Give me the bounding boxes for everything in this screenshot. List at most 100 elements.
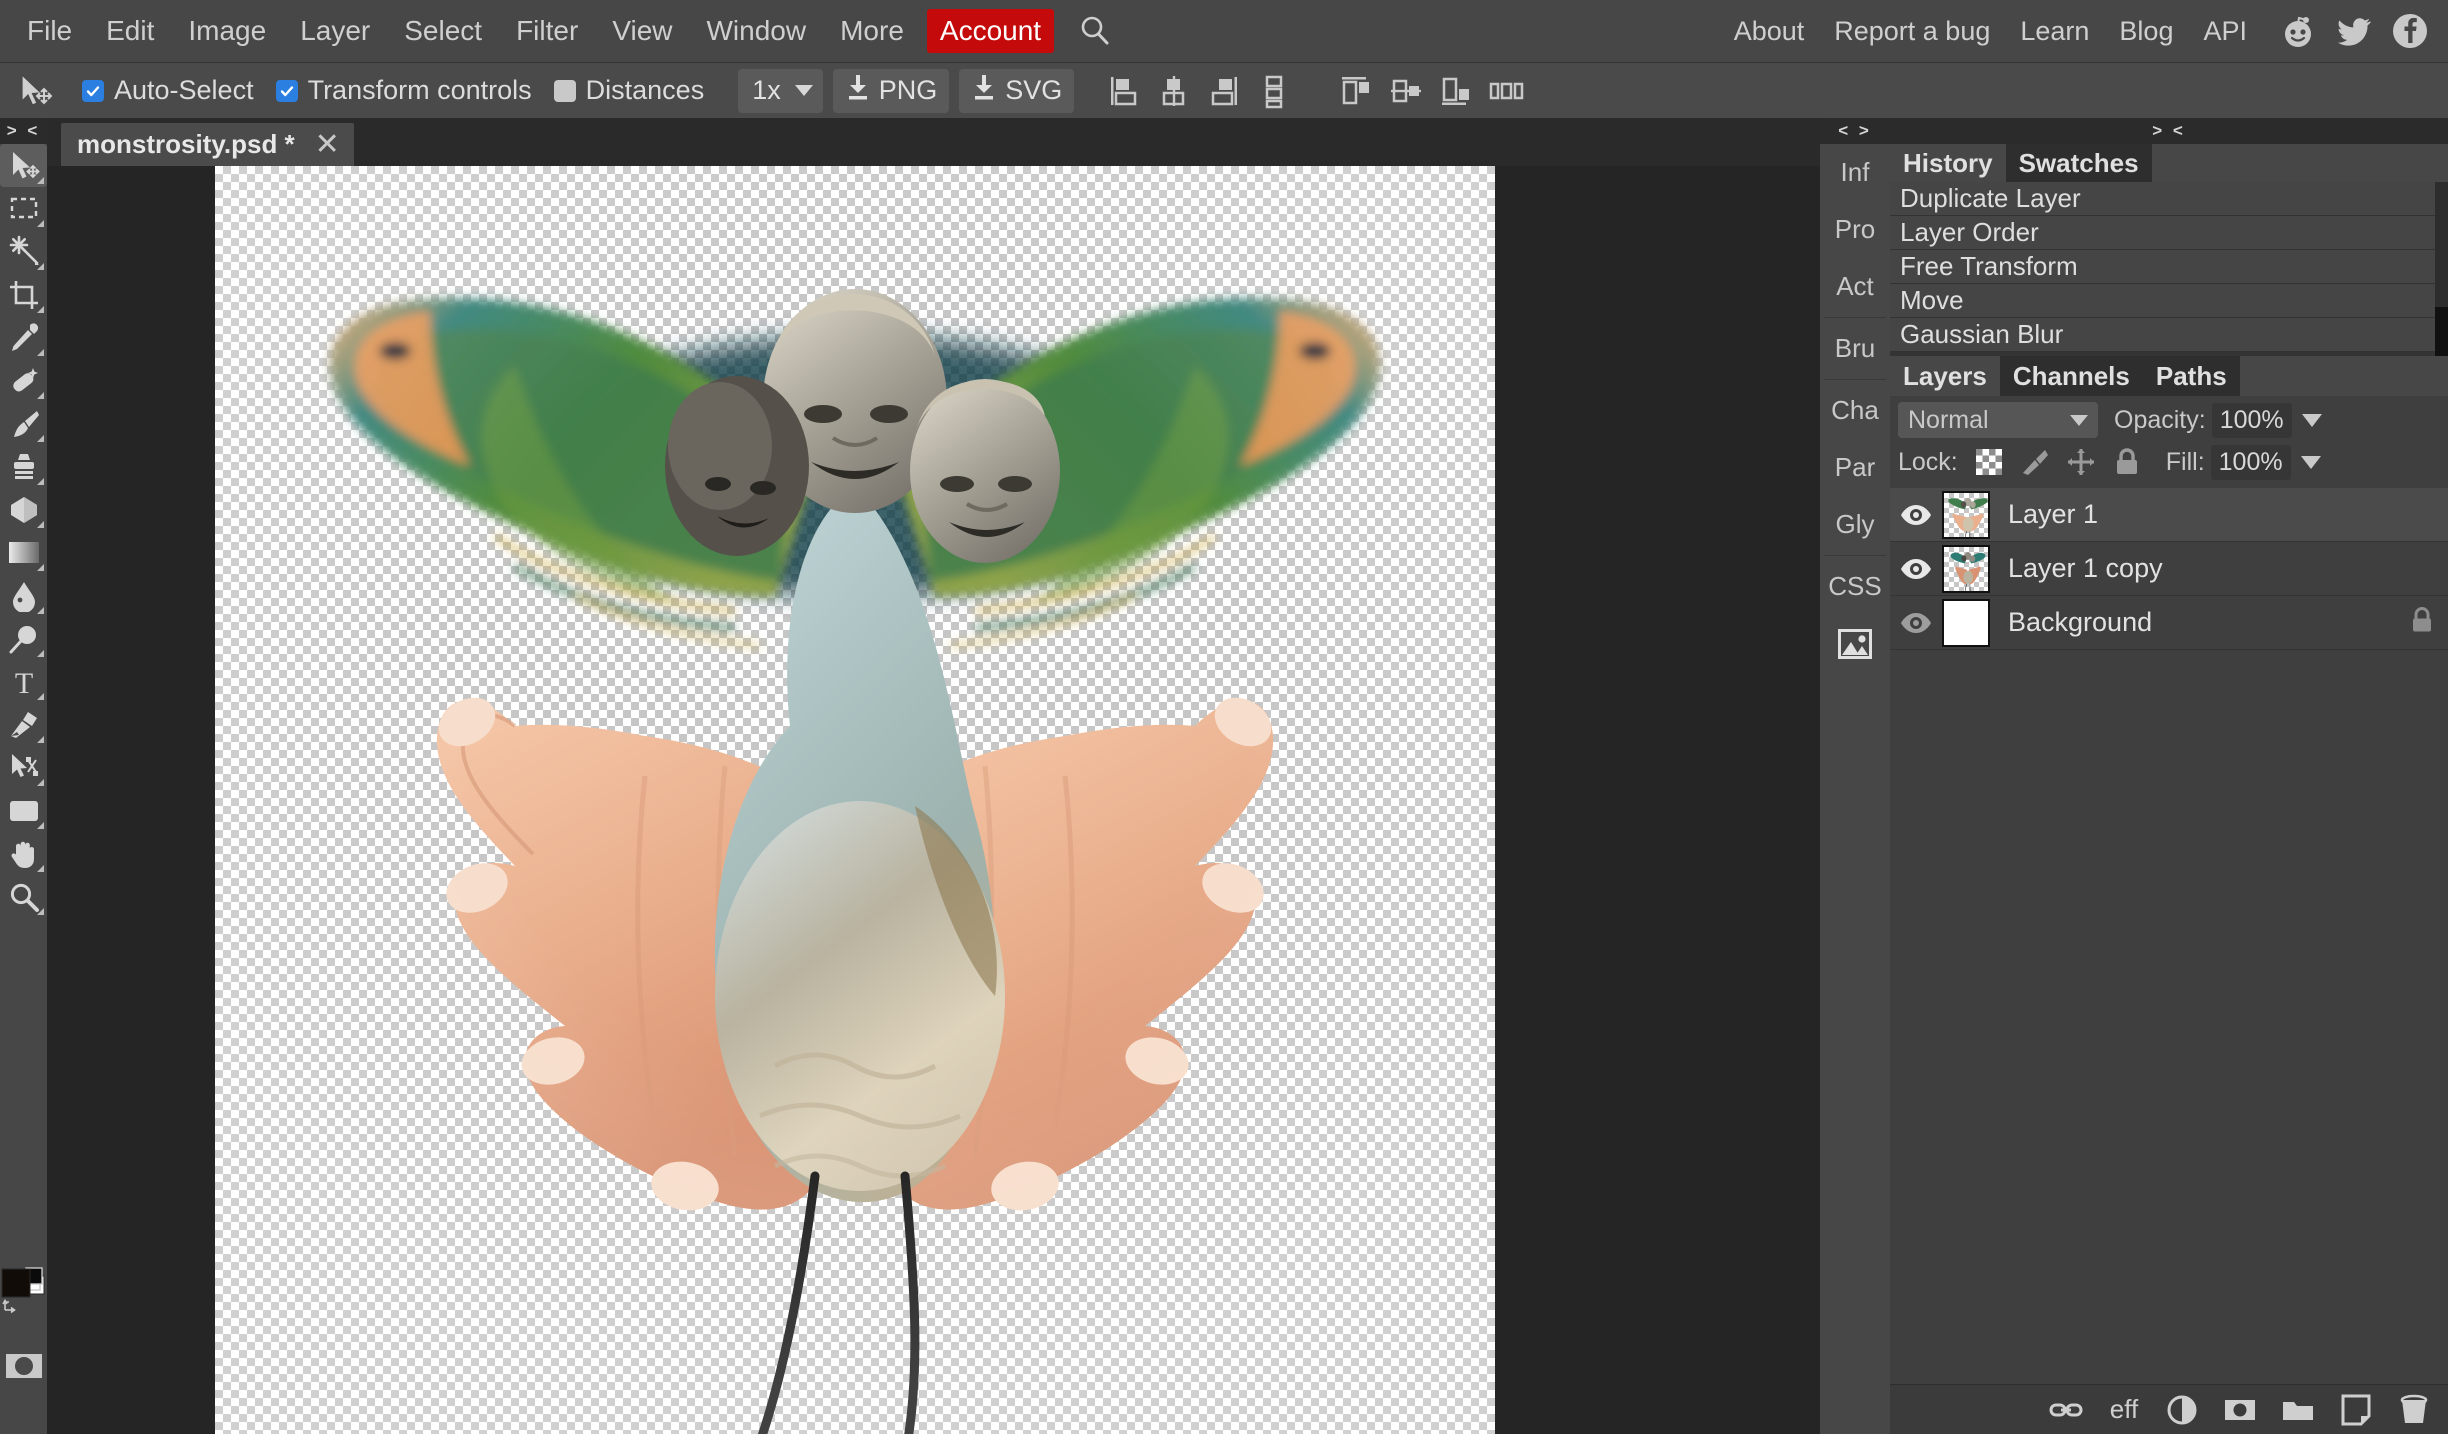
vtab-glyphs[interactable]: Gly [1820, 496, 1890, 553]
reddit-icon[interactable] [2278, 11, 2318, 51]
layer-row-selected[interactable]: Layer 1 [1890, 488, 2448, 542]
distribute-horizontal-icon[interactable] [1484, 69, 1528, 113]
tool-eraser[interactable] [0, 488, 47, 531]
menu-item-more[interactable]: More [823, 0, 921, 62]
menu-item-view[interactable]: View [595, 0, 689, 62]
tab-history[interactable]: History [1890, 144, 2006, 182]
vtab-brushes[interactable]: Bru [1820, 320, 1890, 377]
tool-dodge[interactable] [0, 617, 47, 660]
menu-item-select[interactable]: Select [387, 0, 499, 62]
layer-visibility-icon[interactable] [1890, 503, 1942, 527]
new-group-icon[interactable] [2280, 1392, 2316, 1428]
tool-blur[interactable] [0, 574, 47, 617]
align-left-icon[interactable] [1334, 69, 1378, 113]
layer-name[interactable]: Background [2008, 607, 2152, 638]
document-tab[interactable]: monstrosity.psd * ✕ [61, 123, 354, 166]
link-api[interactable]: API [2188, 0, 2262, 62]
layer-visibility-icon[interactable] [1890, 611, 1942, 635]
tab-swatches[interactable]: Swatches [2005, 144, 2152, 182]
tab-layers[interactable]: Layers [1890, 356, 2000, 396]
link-blog[interactable]: Blog [2104, 0, 2188, 62]
align-top-icon[interactable] [1102, 69, 1146, 113]
tool-crop[interactable] [0, 273, 47, 316]
layer-thumbnail[interactable] [1942, 490, 1990, 539]
tool-brush[interactable] [0, 402, 47, 445]
tool-move[interactable] [0, 144, 47, 187]
toolbar-collapse-button[interactable]: > < [0, 118, 47, 144]
layer-name[interactable]: Layer 1 copy [2008, 553, 2163, 584]
canvas-area[interactable] [47, 166, 1820, 1434]
lock-position-icon[interactable] [2062, 443, 2100, 481]
tool-rectangular-marquee[interactable] [0, 187, 47, 230]
history-item[interactable]: Gaussian Blur [1890, 318, 2435, 352]
twitter-icon[interactable] [2334, 11, 2374, 51]
fill-value[interactable]: 100% [2210, 444, 2291, 480]
tool-eyedropper[interactable] [0, 316, 47, 359]
scrollbar-thumb[interactable] [2435, 307, 2448, 356]
layer-name[interactable]: Layer 1 [2008, 499, 2098, 530]
vtab-character[interactable]: Cha [1820, 382, 1890, 439]
distances-checkbox-group[interactable]: Distances [553, 75, 704, 106]
tool-clone-stamp[interactable] [0, 445, 47, 488]
distribute-vertical-icon[interactable] [1252, 69, 1296, 113]
history-item[interactable]: Move [1890, 284, 2435, 318]
tool-zoom[interactable] [0, 875, 47, 918]
tool-hand[interactable] [0, 832, 47, 875]
tool-pen[interactable] [0, 703, 47, 746]
quick-mask-toggle[interactable] [0, 1346, 47, 1386]
vtab-properties[interactable]: Pro [1820, 201, 1890, 258]
history-item[interactable]: Layer Order [1890, 216, 2435, 250]
history-scrollbar[interactable] [2435, 182, 2448, 356]
tool-spot-healing-brush[interactable] [0, 359, 47, 402]
tool-path-select[interactable] [0, 746, 47, 789]
history-list[interactable]: Duplicate Layer Layer Order Free Transfo… [1890, 182, 2448, 386]
align-horizontal-center-icon[interactable] [1384, 69, 1428, 113]
layer-thumbnail[interactable] [1942, 544, 1990, 593]
layer-row[interactable]: Layer 1 copy [1890, 542, 2448, 596]
panel-collapse-button[interactable]: > < [1890, 118, 2448, 144]
facebook-icon[interactable] [2390, 11, 2430, 51]
distances-checkbox[interactable] [553, 79, 576, 102]
adjustment-layer-icon[interactable] [2164, 1392, 2200, 1428]
color-swatches[interactable] [0, 1258, 47, 1316]
menu-item-filter[interactable]: Filter [499, 0, 595, 62]
align-bottom-icon[interactable] [1202, 69, 1246, 113]
tool-magic-wand[interactable] [0, 230, 47, 273]
layer-thumbnail[interactable] [1942, 598, 1990, 647]
lock-transparency-icon[interactable] [1970, 443, 2008, 481]
search-icon[interactable] [1060, 14, 1126, 48]
history-item[interactable]: Free Transform [1890, 250, 2435, 284]
close-icon[interactable]: ✕ [315, 129, 340, 160]
layer-effects-icon[interactable]: eff [2106, 1392, 2142, 1428]
opacity-slider-toggle-icon[interactable] [2301, 413, 2322, 427]
document-canvas[interactable] [215, 166, 1495, 1434]
menu-item-window[interactable]: Window [690, 0, 824, 62]
image-icon[interactable] [1820, 615, 1890, 672]
new-layer-icon[interactable] [2338, 1392, 2374, 1428]
layer-visibility-icon[interactable] [1890, 557, 1942, 581]
delete-layer-icon[interactable] [2396, 1392, 2432, 1428]
link-layers-icon[interactable] [2048, 1392, 2084, 1428]
auto-select-checkbox-group[interactable]: Auto-Select [82, 75, 254, 106]
align-right-icon[interactable] [1434, 69, 1478, 113]
export-svg-button[interactable]: SVG [959, 68, 1075, 113]
layer-mask-icon[interactable] [2222, 1392, 2258, 1428]
vtab-info[interactable]: Inf [1820, 144, 1890, 201]
link-about[interactable]: About [1719, 0, 1820, 62]
auto-select-checkbox[interactable] [82, 79, 104, 102]
vtab-css[interactable]: CSS [1820, 558, 1890, 615]
tab-channels[interactable]: Channels [1999, 356, 2143, 396]
export-scale-select[interactable]: 1x [738, 68, 823, 113]
menu-item-layer[interactable]: Layer [283, 0, 387, 62]
tab-paths[interactable]: Paths [2142, 356, 2240, 396]
lock-all-icon[interactable] [2108, 443, 2146, 481]
opacity-value[interactable]: 100% [2211, 402, 2292, 438]
vtab-paragraph[interactable]: Par [1820, 439, 1890, 496]
lock-pixels-icon[interactable] [2016, 443, 2054, 481]
transform-controls-checkbox[interactable] [275, 79, 298, 102]
fill-slider-toggle-icon[interactable] [2300, 455, 2321, 469]
tool-gradient[interactable] [0, 531, 47, 574]
history-item[interactable]: Duplicate Layer [1890, 182, 2435, 216]
link-learn[interactable]: Learn [2005, 0, 2104, 62]
transform-controls-checkbox-group[interactable]: Transform controls [275, 75, 532, 106]
